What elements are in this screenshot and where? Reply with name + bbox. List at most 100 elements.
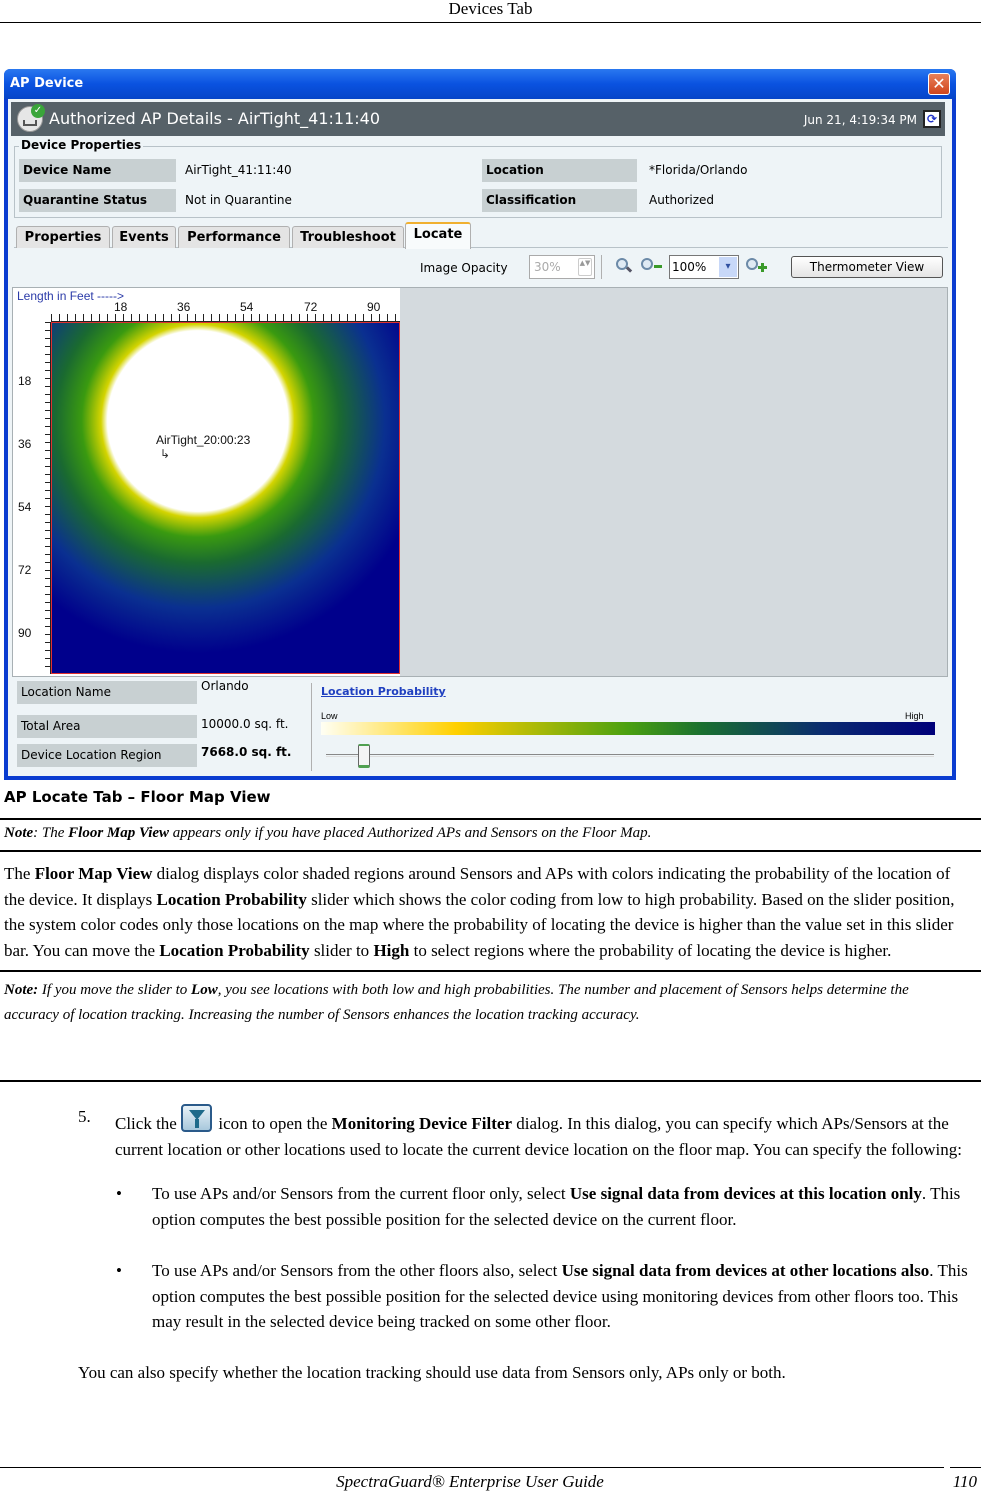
image-opacity-input[interactable]: 30% ▲▼: [529, 255, 595, 279]
spinner-arrows-icon: ▲▼: [579, 259, 591, 267]
tab-events[interactable]: Events: [112, 226, 176, 248]
x-ruler: [51, 314, 400, 322]
bullet-bold: Use signal data from devices at other lo…: [561, 1261, 930, 1280]
close-button[interactable]: ✕: [928, 73, 950, 95]
y-tick-label: 36: [18, 437, 32, 451]
location-name-label: Location Name: [17, 681, 197, 704]
authorized-ap-icon: ✓: [17, 104, 45, 132]
para-bold: High: [373, 940, 410, 960]
note-lead: Note: [4, 825, 34, 841]
para-bold: Floor Map View: [34, 864, 153, 883]
bullet-text: To use APs and/or Sensors from the other…: [152, 1258, 968, 1335]
thermometer-view-button[interactable]: Thermometer View: [791, 256, 943, 278]
divider: [0, 818, 981, 820]
bullet-text-part: To use APs and/or Sensors from the other…: [152, 1261, 562, 1280]
para-bold: Location Probability: [159, 940, 310, 960]
filter-icon: [181, 1104, 213, 1132]
closing-paragraph: You can also specify whether the locatio…: [78, 1363, 786, 1382]
zoom-fit-button[interactable]: [615, 257, 635, 277]
refresh-button[interactable]: ⟳: [923, 110, 941, 128]
x-tick-label: 18: [114, 300, 128, 314]
device-label: AirTight_20:00:23: [156, 433, 251, 447]
quarantine-status-label: Quarantine Status: [19, 189, 176, 212]
image-opacity-label: Image Opacity: [420, 261, 508, 275]
title-bar[interactable]: AP Device ✕: [4, 69, 956, 99]
details-header: ✓ Authorized AP Details - AirTight_41:11…: [11, 102, 945, 136]
details-title: Authorized AP Details - AirTight_41:11:4…: [49, 109, 381, 128]
device-name-value: AirTight_41:11:40: [185, 163, 292, 177]
note-lead: Note:: [4, 982, 39, 998]
location-heatmap[interactable]: AirTight_20:00:23 ↳: [51, 322, 400, 674]
y-tick-label: 54: [18, 500, 32, 514]
para-bold: Location Probability: [156, 889, 307, 909]
device-name-label: Device Name: [19, 159, 176, 182]
toolbar-divider: [601, 255, 602, 279]
footer-title: SpectraGuard® Enterprise User Guide: [336, 1472, 604, 1491]
note-text: If you move the slider to: [38, 982, 192, 998]
probability-slider-track[interactable]: [326, 754, 934, 757]
para-text: The: [4, 864, 35, 883]
device-location-region-label: Device Location Region: [17, 744, 197, 767]
location-probability-link[interactable]: Location Probability: [321, 685, 446, 698]
check-icon: ✓: [31, 104, 45, 118]
device-properties-group: Device Properties Device Name AirTight_4…: [14, 138, 942, 218]
footer-divider: [0, 1467, 944, 1468]
total-area-label: Total Area: [17, 715, 197, 738]
tab-troubleshoot[interactable]: Troubleshoot: [292, 226, 404, 248]
x-tick-label: 72: [304, 300, 318, 314]
divider: [0, 970, 981, 972]
zoom-out-button[interactable]: [640, 257, 662, 277]
figure-caption: AP Locate Tab – Floor Map View: [4, 788, 271, 806]
refresh-icon: ⟳: [926, 112, 938, 126]
zoom-level-select[interactable]: 100% ▾: [669, 255, 739, 279]
note-floor-map: Note: The Floor Map View appears only if…: [4, 821, 964, 846]
magnifier-handle: [625, 266, 633, 273]
minus-icon: [654, 265, 662, 268]
page-number: 110: [952, 1472, 977, 1491]
tab-bar: Properties Events Performance Troublesho…: [14, 222, 948, 249]
zoom-out-icon: [641, 258, 653, 270]
floor-map-description: The Floor Map View dialog displays color…: [4, 861, 969, 963]
probability-low-label: Low: [321, 711, 338, 721]
device-location-region-value: 7668.0 sq. ft.: [201, 745, 292, 759]
floor-map-panel[interactable]: Length in Feet -----> 18 36 54 72 90 18 …: [12, 287, 948, 677]
router-icon: [23, 120, 37, 126]
zoom-in-icon: [746, 258, 758, 270]
note-slider: Note: If you move the slider to Low, you…: [4, 978, 964, 1028]
note-text: appears only if you have placed Authoriz…: [169, 825, 652, 841]
x-tick-label: 36: [177, 300, 191, 314]
device-properties-legend: Device Properties: [19, 138, 144, 152]
footer-divider: [950, 1467, 981, 1468]
classification-label: Classification: [482, 189, 637, 212]
plus-icon-vertical: [761, 263, 764, 272]
note-bold: Floor Map View: [68, 825, 170, 841]
total-area-value: 10000.0 sq. ft.: [201, 717, 289, 731]
ap-device-dialog: AP Device ✕ ✓ Authorized AP Details - Ai…: [4, 69, 956, 780]
step-number: 5.: [78, 1107, 91, 1126]
step-text-part: Click the: [115, 1114, 182, 1133]
chevron-down-icon[interactable]: ▾: [719, 257, 737, 277]
bullet-icon: •: [116, 1261, 122, 1280]
x-tick-label: 54: [240, 300, 254, 314]
bullet-text-part: To use APs and/or Sensors from the curre…: [152, 1184, 570, 1203]
bullet-bold: Use signal data from devices at this loc…: [569, 1184, 922, 1203]
divider: [0, 850, 981, 852]
window-title: AP Device: [10, 76, 84, 91]
bullet-text: To use APs and/or Sensors from the curre…: [152, 1181, 968, 1232]
step-text: Click the icon to open the Monitoring De…: [115, 1104, 965, 1162]
para-text: slider to: [309, 940, 374, 960]
location-name-value: Orlando: [201, 679, 249, 693]
probability-high-label: High: [905, 711, 924, 721]
tab-performance[interactable]: Performance: [178, 226, 290, 248]
device-marker-icon[interactable]: ↳: [160, 447, 170, 461]
tab-locate[interactable]: Locate: [405, 222, 471, 249]
location-label: Location: [482, 159, 637, 182]
zoom-level-value: 100%: [672, 260, 707, 274]
y-tick-label: 90: [18, 626, 32, 640]
length-unit-label: Length in Feet ----->: [17, 289, 125, 303]
probability-slider-thumb[interactable]: [358, 744, 370, 768]
opacity-spinner[interactable]: ▲▼: [578, 258, 592, 276]
tab-properties[interactable]: Properties: [16, 226, 110, 248]
zoom-in-button[interactable]: [745, 257, 767, 277]
dialog-body: ✓ Authorized AP Details - AirTight_41:11…: [8, 99, 952, 776]
